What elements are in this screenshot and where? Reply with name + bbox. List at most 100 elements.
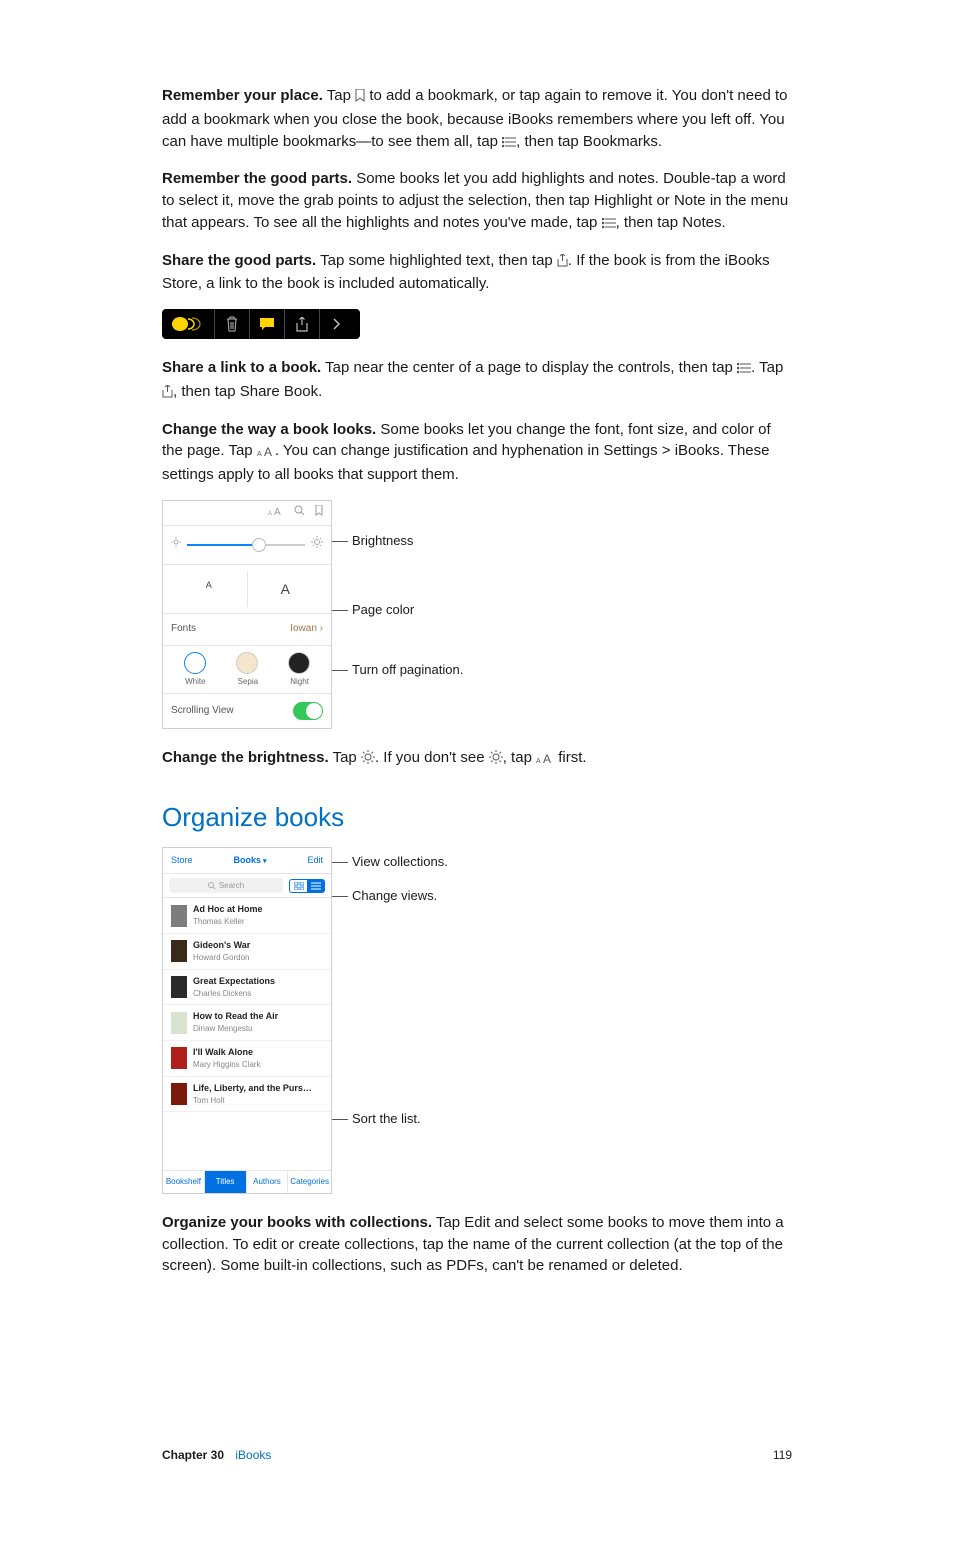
- brightness-icon: [361, 749, 375, 771]
- footer-page-number: 119: [773, 1447, 792, 1464]
- slider-track[interactable]: [187, 544, 305, 546]
- book-cover: [171, 1012, 187, 1034]
- note-icon[interactable]: [249, 309, 284, 339]
- share-icon: [557, 252, 568, 274]
- font-larger-button[interactable]: A: [248, 571, 324, 607]
- book-author: Dinaw Mengestu: [193, 1023, 278, 1035]
- library-top-bar: Store Books Edit: [163, 848, 331, 874]
- swatch-label-white: White: [185, 676, 205, 688]
- paragraph-share-link: Share a link to a book. Tap near the cen…: [162, 357, 792, 405]
- sort-tab-authors[interactable]: Authors: [247, 1171, 289, 1193]
- p2-t2: , then tap Notes.: [616, 214, 726, 231]
- bookmark-icon: [355, 87, 365, 109]
- slider-knob[interactable]: [252, 538, 266, 552]
- fonts-row[interactable]: Fonts Iowan ›: [163, 614, 331, 646]
- book-cover: [171, 905, 187, 927]
- p7-bold: Organize your books with collections.: [162, 1214, 432, 1231]
- book-author: Mary Higgins Clark: [193, 1059, 261, 1071]
- book-author: Tom Holt: [193, 1095, 312, 1107]
- book-row[interactable]: Life, Liberty, and the Purs…Tom Holt: [163, 1077, 331, 1113]
- book-row[interactable]: I'll Walk AloneMary Higgins Clark: [163, 1041, 331, 1077]
- svg-text:A: A: [268, 511, 272, 516]
- view-mode-toggle[interactable]: [289, 879, 325, 893]
- book-row[interactable]: Gideon's WarHoward Gordon: [163, 934, 331, 970]
- book-title: I'll Walk Alone: [193, 1046, 261, 1059]
- highlight-color-icon[interactable]: [168, 309, 214, 339]
- selection-toolbar: [162, 309, 360, 339]
- brightness-low-icon: [171, 537, 181, 553]
- font-smaller-button[interactable]: A: [171, 571, 248, 607]
- p6-t3: , tap: [503, 749, 536, 766]
- book-list: Ad Hoc at HomeThomas KellerGideon's WarH…: [163, 898, 331, 1112]
- scrolling-view-row: Scrolling View: [163, 694, 331, 728]
- p4-t2: . Tap: [751, 359, 783, 376]
- sort-tab-titles[interactable]: Titles: [205, 1171, 247, 1193]
- list-spacer: [163, 1112, 331, 1170]
- fonts-label: Fonts: [171, 622, 196, 637]
- text-size-icon: AA: [536, 749, 554, 771]
- fonts-value: Iowan ›: [290, 622, 323, 637]
- swatch-night[interactable]: [288, 652, 310, 674]
- list-view-icon[interactable]: [307, 879, 325, 893]
- callout-brightness: Brightness: [352, 532, 413, 551]
- appearance-figure: AA A A Fonts Iowan ›: [162, 500, 792, 729]
- book-row[interactable]: Great ExpectationsCharles Dickens: [163, 970, 331, 1006]
- brightness-slider[interactable]: [163, 526, 331, 565]
- list-icon: [502, 133, 516, 155]
- search-placeholder: Search: [219, 880, 244, 892]
- swatch-white[interactable]: [184, 652, 206, 674]
- swatch-label-night: Night: [290, 676, 309, 688]
- callout-page-color: Page color: [352, 601, 414, 620]
- p1-t3: , then tap Bookmarks.: [516, 133, 662, 150]
- book-cover: [171, 940, 187, 962]
- share-icon[interactable]: [284, 309, 319, 339]
- bookmark-icon[interactable]: [315, 505, 323, 522]
- text-size-icon[interactable]: AA: [268, 505, 284, 522]
- brightness-icon: [489, 749, 503, 771]
- book-cover: [171, 1083, 187, 1105]
- p1-t1: Tap: [323, 87, 355, 104]
- grid-view-icon[interactable]: [289, 879, 307, 893]
- p4-bold: Share a link to a book.: [162, 359, 321, 376]
- book-cover: [171, 976, 187, 998]
- page-footer: Chapter 30 iBooks 119: [162, 1447, 792, 1464]
- store-button[interactable]: Store: [171, 854, 193, 867]
- trash-icon[interactable]: [214, 309, 249, 339]
- panel-navbar: AA: [163, 501, 331, 527]
- font-size-row[interactable]: A A: [163, 565, 331, 614]
- book-title: Great Expectations: [193, 975, 275, 988]
- swatch-sepia[interactable]: [236, 652, 258, 674]
- sort-tab-categories[interactable]: Categories: [288, 1171, 331, 1193]
- book-row[interactable]: Ad Hoc at HomeThomas Keller: [163, 898, 331, 934]
- share-icon: [162, 383, 173, 405]
- brightness-high-icon: [311, 536, 323, 554]
- book-cover: [171, 1047, 187, 1069]
- more-chevron-icon[interactable]: [319, 309, 354, 339]
- book-author: Thomas Keller: [193, 916, 263, 928]
- callout-change-views: Change views.: [352, 887, 437, 906]
- p2-bold: Remember the good parts.: [162, 170, 352, 187]
- book-row[interactable]: How to Read the AirDinaw Mengestu: [163, 1005, 331, 1041]
- paragraph-change-brightness: Change the brightness. Tap . If you don'…: [162, 747, 792, 771]
- search-icon[interactable]: [294, 505, 305, 522]
- p6-bold: Change the brightness.: [162, 749, 329, 766]
- library-callouts: View collections. Change views. Sort the…: [332, 847, 448, 1130]
- paragraph-change-look: Change the way a book looks. Some books …: [162, 419, 792, 486]
- svg-text:A: A: [274, 507, 281, 516]
- p4-t3: , then tap Share Book.: [173, 383, 322, 400]
- library-search-row: Search: [163, 874, 331, 899]
- book-author: Charles Dickens: [193, 988, 275, 1000]
- sort-tab-bookshelf[interactable]: Bookshelf: [163, 1171, 205, 1193]
- list-icon: [737, 359, 751, 381]
- callout-sort-list: Sort the list.: [352, 1110, 421, 1129]
- search-input[interactable]: Search: [169, 878, 283, 894]
- library-figure: Store Books Edit Search Ad Hoc at HomeTh…: [162, 847, 792, 1194]
- footer-chapter-name: iBooks: [235, 1448, 271, 1462]
- svg-text:A: A: [536, 758, 541, 764]
- section-organize-books: Organize books: [162, 799, 792, 837]
- collection-dropdown[interactable]: Books: [234, 854, 267, 867]
- edit-button[interactable]: Edit: [307, 854, 323, 867]
- text-size-icon: AA: [257, 442, 275, 464]
- svg-text:A: A: [543, 752, 551, 764]
- scrolling-view-toggle[interactable]: [293, 702, 323, 720]
